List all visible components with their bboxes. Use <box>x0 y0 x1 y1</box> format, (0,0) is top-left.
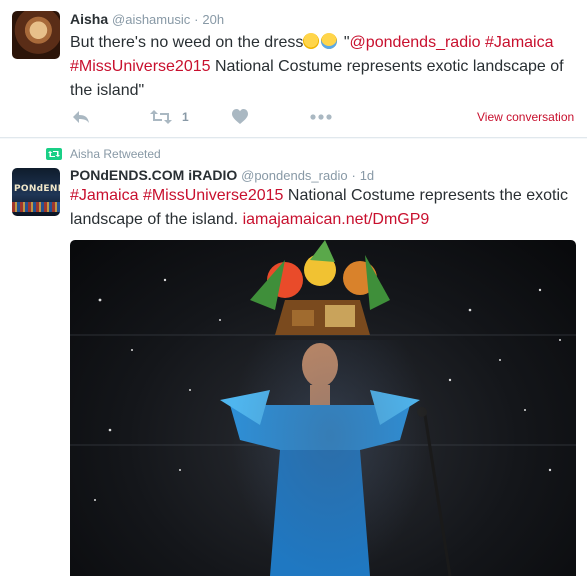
more-icon[interactable] <box>310 109 332 125</box>
timestamp[interactable]: 20h <box>202 12 224 27</box>
heart-icon[interactable] <box>232 109 248 125</box>
user-handle[interactable]: @aishamusic <box>112 12 190 27</box>
retweet-notice: Aisha Retweeted <box>46 147 161 161</box>
hashtag-link[interactable]: #Jamaica <box>70 187 138 204</box>
avatar-aisha[interactable] <box>12 11 60 59</box>
view-conversation-link[interactable]: View conversation <box>477 110 574 124</box>
separator: · <box>194 12 199 27</box>
tweet-actions: 1 View conversation <box>70 105 575 127</box>
tweet-photo[interactable] <box>70 240 576 576</box>
tweet-text: #Jamaica #MissUniverse2015 National Cost… <box>70 184 575 232</box>
avatar-logo-text: PONdENDS <box>14 184 60 194</box>
avatar-pondends[interactable]: PONdENDS <box>12 168 60 216</box>
tweet-aisha[interactable]: Aisha @aishamusic · 20h But there's no w… <box>0 0 587 138</box>
retweet-small-icon <box>46 148 62 160</box>
tweet-header: PONdENDS.COM iRADIO @pondends_radio · 1d <box>70 167 374 183</box>
quote-open: " <box>339 34 350 51</box>
retweet-icon[interactable] <box>150 109 172 125</box>
mention-link[interactable]: @pondends_radio <box>350 34 481 51</box>
user-name[interactable]: Aisha <box>70 11 108 27</box>
retweet-notice-text[interactable]: Aisha Retweeted <box>70 147 161 161</box>
reply-icon[interactable] <box>72 109 90 125</box>
timestamp[interactable]: 1d <box>360 168 374 183</box>
hashtag-link[interactable]: #MissUniverse2015 <box>70 58 211 75</box>
avatar-decoration <box>12 202 60 212</box>
user-handle[interactable]: @pondends_radio <box>241 168 347 183</box>
wink-emoji <box>303 33 320 49</box>
tweet-header: Aisha @aishamusic · 20h <box>70 11 224 27</box>
stage-light <box>230 340 430 576</box>
tweet-text: But there's no weed on the dress "@ponde… <box>70 31 575 103</box>
text-lead: But there's no weed on the dress <box>70 34 304 51</box>
user-name[interactable]: PONdENDS.COM iRADIO <box>70 167 237 183</box>
hashtag-link[interactable]: #MissUniverse2015 <box>143 187 284 204</box>
hashtag-link[interactable]: #Jamaica <box>485 34 553 51</box>
separator: · <box>351 168 356 183</box>
crying-laughing-emoji <box>321 33 338 49</box>
retweet-count: 1 <box>182 110 189 124</box>
external-link[interactable]: iamajamaican.net/DmGP9 <box>243 211 430 228</box>
